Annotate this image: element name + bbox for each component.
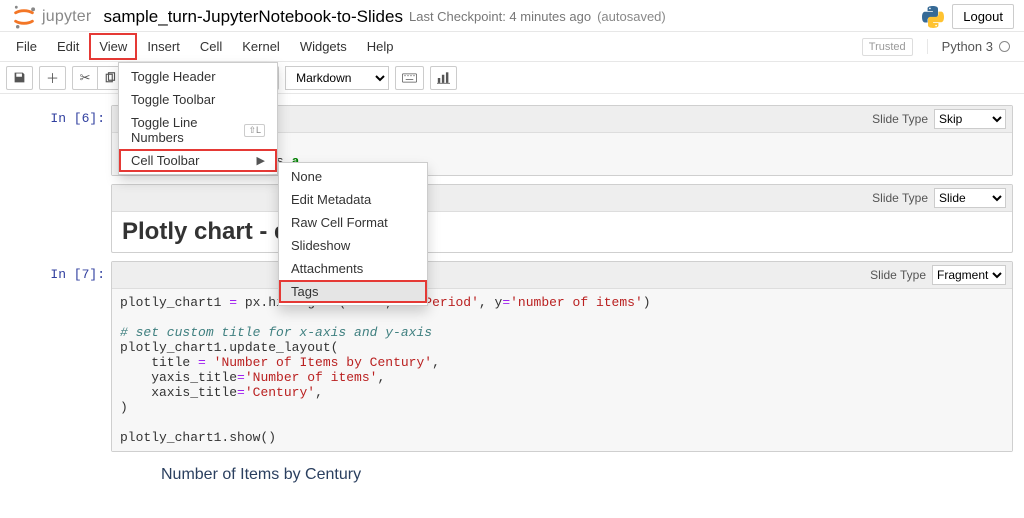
menu-file[interactable]: File [6, 33, 47, 60]
kernel-name-label: Python 3 [942, 39, 993, 54]
trusted-indicator[interactable]: Trusted [862, 38, 913, 56]
markdown-cell[interactable]: Slide Type Slide Plotly chart - ex [0, 183, 1024, 254]
menu-toggle-toolbar[interactable]: Toggle Toolbar [119, 88, 277, 111]
cut-icon: ✂ [80, 70, 91, 86]
cell-toolbar-submenu: None Edit Metadata Raw Cell Format Slide… [278, 162, 428, 306]
jupyter-icon [10, 3, 38, 31]
plus-icon: ＋ [46, 68, 59, 87]
header: jupyter sample_turn-JupyterNotebook-to-S… [0, 0, 1024, 32]
submenu-slideshow[interactable]: Slideshow [279, 234, 427, 257]
notebook-title[interactable]: sample_turn-JupyterNotebook-to-Slides [103, 7, 403, 27]
submenu-attachments[interactable]: Attachments [279, 257, 427, 280]
menu-edit[interactable]: Edit [47, 33, 89, 60]
keyboard-icon [402, 73, 417, 83]
menubar: File Edit View Insert Cell Kernel Widget… [0, 32, 1024, 62]
slide-type-select[interactable]: Skip [934, 109, 1006, 129]
menu-toggle-line-numbers[interactable]: Toggle Line Numbers ⇧L [119, 111, 277, 149]
cell-toolbar: Slide Type Slide [112, 185, 1012, 212]
bar-chart-icon [437, 72, 450, 84]
command-palette-button[interactable] [395, 66, 424, 90]
input-area[interactable]: Slide Type Fragment plotly_chart1 = px.h… [111, 261, 1013, 452]
input-area[interactable]: Slide Type Slide Plotly chart - ex [111, 184, 1013, 253]
code-cell[interactable]: In [7]: Slide Type Fragment plotly_chart… [0, 260, 1024, 485]
save-button[interactable] [6, 66, 33, 90]
cut-button[interactable]: ✂ [72, 66, 98, 90]
jupyter-logo[interactable]: jupyter [10, 3, 91, 31]
slide-type-label: Slide Type [870, 268, 926, 282]
input-prompt [1, 184, 111, 253]
code-editor[interactable]: plotly_chart1 = px.histogram(data2, x='P… [112, 289, 1012, 451]
autosaved-text: (autosaved) [597, 9, 666, 24]
submenu-none[interactable]: None [279, 165, 427, 188]
view-dropdown: Toggle Header Toggle Toolbar Toggle Line… [118, 62, 278, 175]
cell-output: Number of Items by Century [111, 452, 1013, 484]
shortcut-badge: ⇧L [244, 124, 265, 137]
add-cell-button[interactable]: ＋ [39, 66, 66, 90]
chart-button[interactable] [430, 66, 457, 90]
menu-kernel[interactable]: Kernel [232, 33, 290, 60]
cell-toolbar: Slide Type Fragment [112, 262, 1012, 289]
slide-type-label: Slide Type [872, 112, 928, 126]
cell-type-select[interactable]: Markdown [285, 66, 389, 90]
checkpoint-text: Last Checkpoint: 4 minutes ago [409, 9, 591, 24]
input-prompt: In [7]: [1, 261, 111, 484]
slide-type-label: Slide Type [872, 191, 928, 205]
input-prompt: In [6]: [1, 105, 111, 176]
kernel-status-icon [999, 41, 1010, 52]
slide-type-select[interactable]: Slide [934, 188, 1006, 208]
python-icon [922, 6, 944, 28]
logout-button[interactable]: Logout [952, 4, 1014, 29]
menu-toggle-header[interactable]: Toggle Header [119, 65, 277, 88]
slide-type-select[interactable]: Fragment [932, 265, 1006, 285]
menu-insert[interactable]: Insert [137, 33, 190, 60]
submenu-raw-cell-format[interactable]: Raw Cell Format [279, 211, 427, 234]
copy-icon [104, 72, 116, 84]
menu-cell[interactable]: Cell [190, 33, 232, 60]
submenu-edit-metadata[interactable]: Edit Metadata [279, 188, 427, 211]
menu-widgets[interactable]: Widgets [290, 33, 357, 60]
kernel-indicator[interactable]: Python 3 [927, 39, 1010, 54]
rendered-markdown: Plotly chart - ex [112, 212, 1012, 252]
menu-cell-toolbar[interactable]: Cell Toolbar ▶ [119, 149, 277, 172]
plot-title: Number of Items by Century [161, 466, 1003, 484]
submenu-tags[interactable]: Tags [279, 280, 427, 303]
markdown-heading: Plotly chart - ex [122, 218, 1002, 246]
submenu-arrow-icon: ▶ [257, 154, 265, 167]
save-icon [13, 71, 26, 84]
menu-view[interactable]: View [89, 33, 137, 60]
logo-text: jupyter [42, 8, 91, 26]
menu-help[interactable]: Help [357, 33, 404, 60]
